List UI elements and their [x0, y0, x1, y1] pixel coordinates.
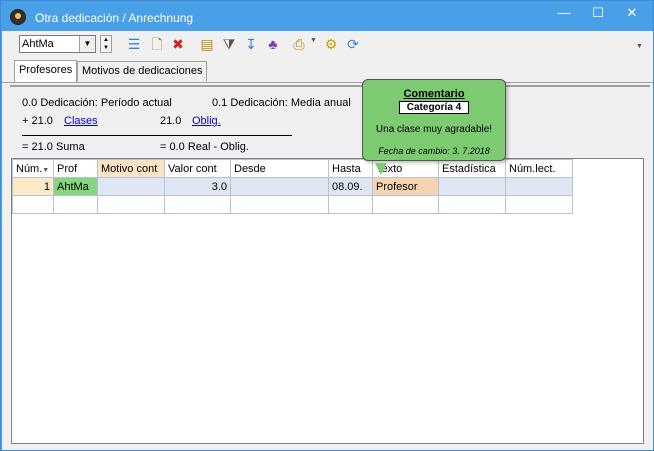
- new-icon[interactable]: 🗋: [148, 35, 166, 53]
- cell-hasta[interactable]: 08.09.: [328, 177, 373, 196]
- refresh-icon[interactable]: ⟳: [344, 35, 362, 53]
- settings-icon[interactable]: ⚙: [322, 35, 340, 53]
- minimize-button[interactable]: —: [547, 1, 581, 27]
- empty-cell[interactable]: [505, 195, 573, 214]
- oblig-value: 21.0: [160, 115, 182, 127]
- tooltip-pointer: [375, 163, 387, 175]
- spin-buttons[interactable]: ▲ ▼: [100, 35, 112, 53]
- comment-tooltip: Comentario Categoría 4 Una clase muy agr…: [362, 79, 506, 175]
- col-header-motivo[interactable]: Motivo cont: [97, 159, 165, 178]
- app-clock-icon: [10, 9, 26, 25]
- data-grid[interactable]: Núm.▼ Prof Motivo cont Valor cont Desde …: [11, 158, 644, 444]
- filter-icon[interactable]: ⧩: [220, 35, 238, 53]
- oblig-link[interactable]: Oblig.: [192, 115, 221, 127]
- print-icon[interactable]: ⎙: [290, 35, 308, 53]
- summary-divider: [22, 135, 292, 136]
- empty-cell[interactable]: [328, 195, 373, 214]
- cell-prof[interactable]: AhtMa: [53, 177, 98, 196]
- chevron-down-icon[interactable]: ▼: [79, 36, 95, 52]
- grid-table: Núm.▼ Prof Motivo cont Valor cont Desde …: [12, 159, 573, 214]
- cell-desde[interactable]: [230, 177, 329, 196]
- toolbar: AhtMa ▼ ▲ ▼ ☰ 🗋 ✖ ▤ ⧩ ↧ ♣ ⎙ ▼ ⚙ ⟳ ▼: [2, 31, 653, 57]
- teacher-select-value: AhtMa: [22, 38, 54, 50]
- classes-link[interactable]: Clases: [64, 115, 98, 127]
- real-minus-oblig-text: = 0.0 Real - Oblig.: [160, 141, 249, 153]
- tab-profesores[interactable]: Profesores: [14, 60, 78, 82]
- cell-estadistica[interactable]: [438, 177, 506, 196]
- tab-motivos[interactable]: Motivos de dedicaciones: [77, 61, 208, 81]
- tooltip-body: Una clase muy agradable!: [375, 124, 493, 135]
- table-row-empty[interactable]: [12, 195, 573, 214]
- empty-cell[interactable]: [438, 195, 506, 214]
- col-header-numlect[interactable]: Núm.lect.: [505, 159, 573, 178]
- col-header-desde[interactable]: Desde: [230, 159, 329, 178]
- report-icon[interactable]: ▤: [198, 35, 216, 53]
- current-period-text: 0.0 Dedicación: Período actual: [22, 97, 172, 109]
- empty-cell[interactable]: [97, 195, 165, 214]
- empty-cell[interactable]: [164, 195, 231, 214]
- tooltip-category: Categoría 4: [399, 101, 469, 114]
- empty-cell[interactable]: [230, 195, 329, 214]
- cell-texto[interactable]: Profesor: [372, 177, 439, 196]
- summary-panel: 0.0 Dedicación: Período actual 0.1 Dedic…: [10, 85, 650, 159]
- print-dropdown-icon[interactable]: ▼: [310, 37, 317, 44]
- tab-divider: [2, 82, 653, 83]
- col-header-num[interactable]: Núm.▼: [12, 159, 54, 178]
- window-title: Otra dedicación / Anrechnung: [35, 11, 194, 25]
- cell-numlect[interactable]: [505, 177, 573, 196]
- sort-icon[interactable]: ↧: [242, 35, 260, 53]
- table-row[interactable]: 1 AhtMa 3.0 08.09. Profesor: [12, 177, 573, 196]
- tab-strip: Profesores Motivos de dedicaciones: [2, 60, 653, 83]
- title-bar[interactable]: Otra dedicación / Anrechnung — ☐ ✕: [1, 1, 653, 31]
- col-header-estadistica[interactable]: Estadística: [438, 159, 506, 178]
- maximize-button[interactable]: ☐: [581, 1, 615, 27]
- empty-cell[interactable]: [372, 195, 439, 214]
- users-icon[interactable]: ♣: [264, 35, 282, 53]
- list-icon[interactable]: ☰: [125, 35, 143, 53]
- client-area: AhtMa ▼ ▲ ▼ ☰ 🗋 ✖ ▤ ⧩ ↧ ♣ ⎙ ▼ ⚙ ⟳ ▼ Profe…: [2, 31, 653, 450]
- sum-text: = 21.0 Suma: [22, 141, 85, 153]
- classes-value: + 21.0: [22, 115, 53, 127]
- teacher-select[interactable]: AhtMa ▼: [19, 35, 96, 53]
- cell-num[interactable]: 1: [12, 177, 54, 196]
- empty-cell[interactable]: [53, 195, 98, 214]
- grid-header-row: Núm.▼ Prof Motivo cont Valor cont Desde …: [12, 159, 573, 178]
- app-window: Otra dedicación / Anrechnung — ☐ ✕ AhtMa…: [0, 0, 654, 451]
- col-header-hasta[interactable]: Hasta: [328, 159, 373, 178]
- empty-cell[interactable]: [12, 195, 54, 214]
- cell-valor[interactable]: 3.0: [164, 177, 231, 196]
- tooltip-date: Fecha de cambio: 3. 7.2018: [378, 146, 490, 156]
- tooltip-title: Comentario: [403, 88, 465, 100]
- cell-motivo[interactable]: [97, 177, 165, 196]
- col-header-valor[interactable]: Valor cont: [164, 159, 231, 178]
- annual-average-text: 0.1 Dedicación: Media anual: [212, 97, 351, 109]
- delete-icon[interactable]: ✖: [169, 35, 187, 53]
- close-button[interactable]: ✕: [615, 1, 649, 27]
- toolbar-overflow-icon[interactable]: ▼: [636, 43, 643, 50]
- col-header-prof[interactable]: Prof: [53, 159, 98, 178]
- sort-arrow-icon: ▼: [42, 166, 50, 174]
